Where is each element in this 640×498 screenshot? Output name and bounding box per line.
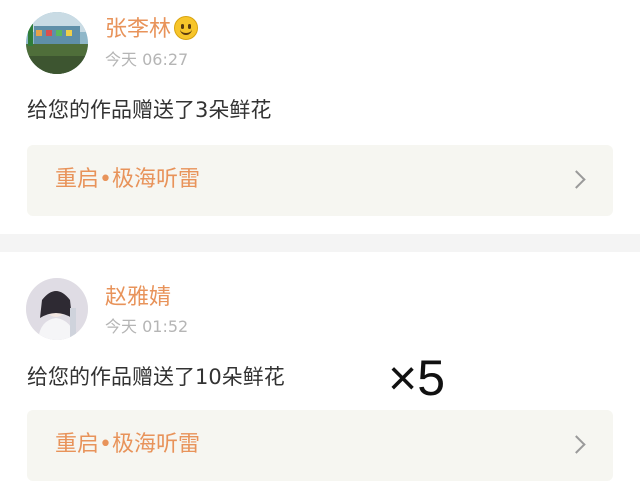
- work-title: 重启•极海听雷: [55, 167, 200, 192]
- notification-message: 给您的作品赠送了3朵鲜花: [27, 98, 272, 122]
- user-name-text: 赵雅婧: [105, 285, 172, 310]
- timestamp: 今天 06:27: [105, 50, 189, 69]
- work-link[interactable]: 重启•极海听雷: [27, 145, 613, 216]
- work-title: 重启•极海听雷: [55, 432, 200, 457]
- notification-card: 赵雅婧 今天 01:52 给您的作品赠送了10朵鲜花 ×5 重启•极海听雷: [0, 252, 640, 498]
- multiplier-overlay: ×5: [388, 350, 446, 406]
- smile-emoji-icon: [174, 16, 199, 40]
- timestamp: 今天 01:52: [105, 317, 189, 336]
- section-divider: [0, 234, 640, 252]
- chevron-right-icon: [567, 435, 586, 454]
- work-link[interactable]: 重启•极海听雷: [27, 410, 613, 481]
- user-name[interactable]: 赵雅婧: [105, 284, 171, 312]
- avatar[interactable]: [26, 12, 88, 74]
- notification-message: 给您的作品赠送了10朵鲜花: [27, 365, 285, 389]
- notification-card: 张李林 今天 06:27 给您的作品赠送了3朵鲜花 重启•极海听雷: [0, 0, 640, 234]
- user-name-text: 张李林: [105, 17, 172, 42]
- avatar[interactable]: [26, 278, 88, 340]
- chevron-right-icon: [567, 170, 586, 189]
- user-name[interactable]: 张李林: [105, 16, 199, 44]
